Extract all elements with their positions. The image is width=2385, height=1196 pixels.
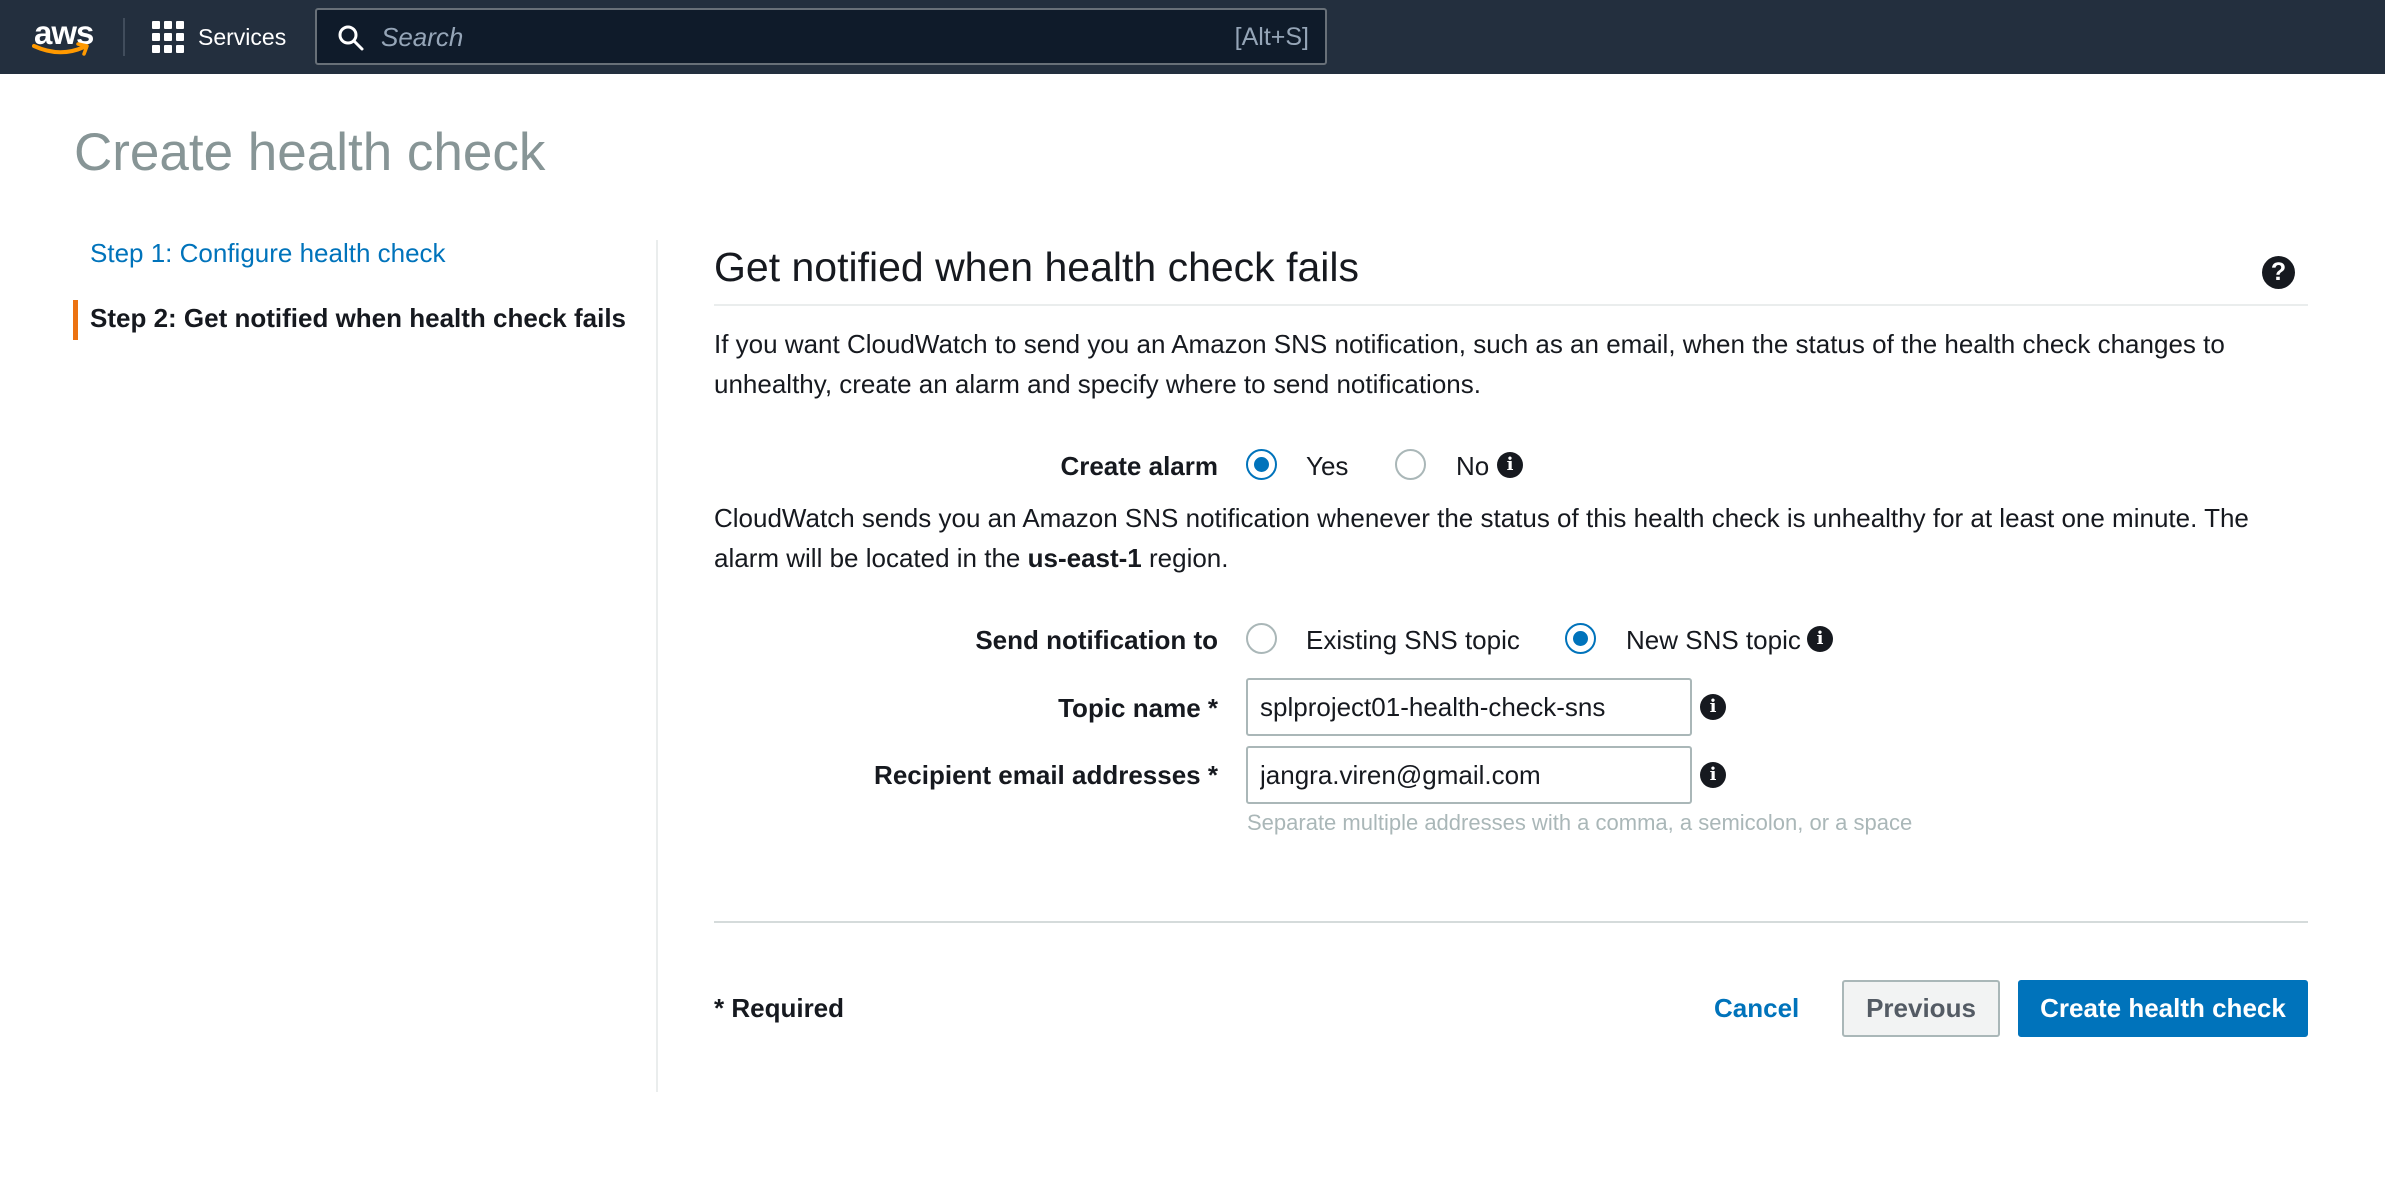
topic-name-label: Topic name *: [1058, 693, 1218, 723]
footer-divider: [714, 921, 2308, 923]
step-1-link[interactable]: Step 1: Configure health check: [90, 238, 446, 269]
step-2-current: Step 2: Get notified when health check f…: [90, 303, 626, 333]
services-grid-icon: [152, 21, 184, 53]
recipient-email-hint: Separate multiple addresses with a comma…: [1247, 810, 1913, 835]
topic-name-info-icon[interactable]: i: [1700, 694, 1726, 720]
send-notification-info-icon[interactable]: i: [1807, 626, 1833, 652]
section-title: Get notified when health check fails: [714, 244, 1359, 290]
page-title: Create health check: [74, 123, 546, 182]
section-title-divider: [714, 304, 2308, 306]
required-note: * Required: [714, 993, 845, 1023]
recipient-email-info-icon[interactable]: i: [1700, 762, 1726, 788]
services-menu-button[interactable]: Services: [152, 18, 286, 56]
search-input[interactable]: [381, 18, 1201, 56]
search-box[interactable]: [Alt+S]: [315, 8, 1327, 65]
search-shortcut-hint: [Alt+S]: [1234, 23, 1309, 51]
create-alarm-no-radio[interactable]: [1395, 449, 1426, 480]
create-alarm-no-label[interactable]: No: [1456, 451, 1489, 482]
send-notification-label: Send notification to: [975, 625, 1218, 655]
create-alarm-yes-label[interactable]: Yes: [1306, 451, 1348, 482]
existing-sns-topic-label[interactable]: Existing SNS topic: [1306, 625, 1520, 656]
create-alarm-info-icon[interactable]: i: [1497, 452, 1523, 478]
search-icon: [338, 25, 364, 51]
cancel-button[interactable]: Cancel: [1714, 993, 1799, 1024]
recipient-email-input[interactable]: [1246, 746, 1692, 804]
alarm-info-suffix: region.: [1141, 543, 1229, 573]
create-alarm-yes-radio[interactable]: [1246, 449, 1277, 480]
recipient-email-label: Recipient email addresses *: [874, 760, 1218, 790]
existing-sns-topic-radio[interactable]: [1246, 623, 1277, 654]
create-health-check-button[interactable]: Create health check: [2018, 980, 2308, 1037]
new-sns-topic-label[interactable]: New SNS topic: [1626, 625, 1801, 656]
nav-divider: [123, 18, 125, 56]
section-intro-text: If you want CloudWatch to send you an Am…: [714, 329, 2225, 399]
topic-name-input[interactable]: [1246, 678, 1692, 736]
alarm-info-prefix: CloudWatch sends you an Amazon SNS notif…: [714, 503, 2249, 573]
previous-button[interactable]: Previous: [1842, 980, 2000, 1037]
steps-divider: [656, 240, 658, 1092]
alarm-region: us-east-1: [1027, 543, 1142, 573]
services-label: Services: [198, 23, 287, 50]
new-sns-topic-radio[interactable]: [1565, 623, 1596, 654]
alarm-info-text: CloudWatch sends you an Amazon SNS notif…: [714, 498, 2314, 578]
create-alarm-label: Create alarm: [1060, 451, 1218, 481]
aws-logo[interactable]: aws: [30, 12, 94, 60]
active-step-indicator: [73, 300, 78, 340]
aws-smile-icon: [32, 42, 89, 56]
top-navigation: aws Services [Alt+S]: [0, 0, 2385, 74]
help-icon[interactable]: ?: [2262, 256, 2295, 289]
